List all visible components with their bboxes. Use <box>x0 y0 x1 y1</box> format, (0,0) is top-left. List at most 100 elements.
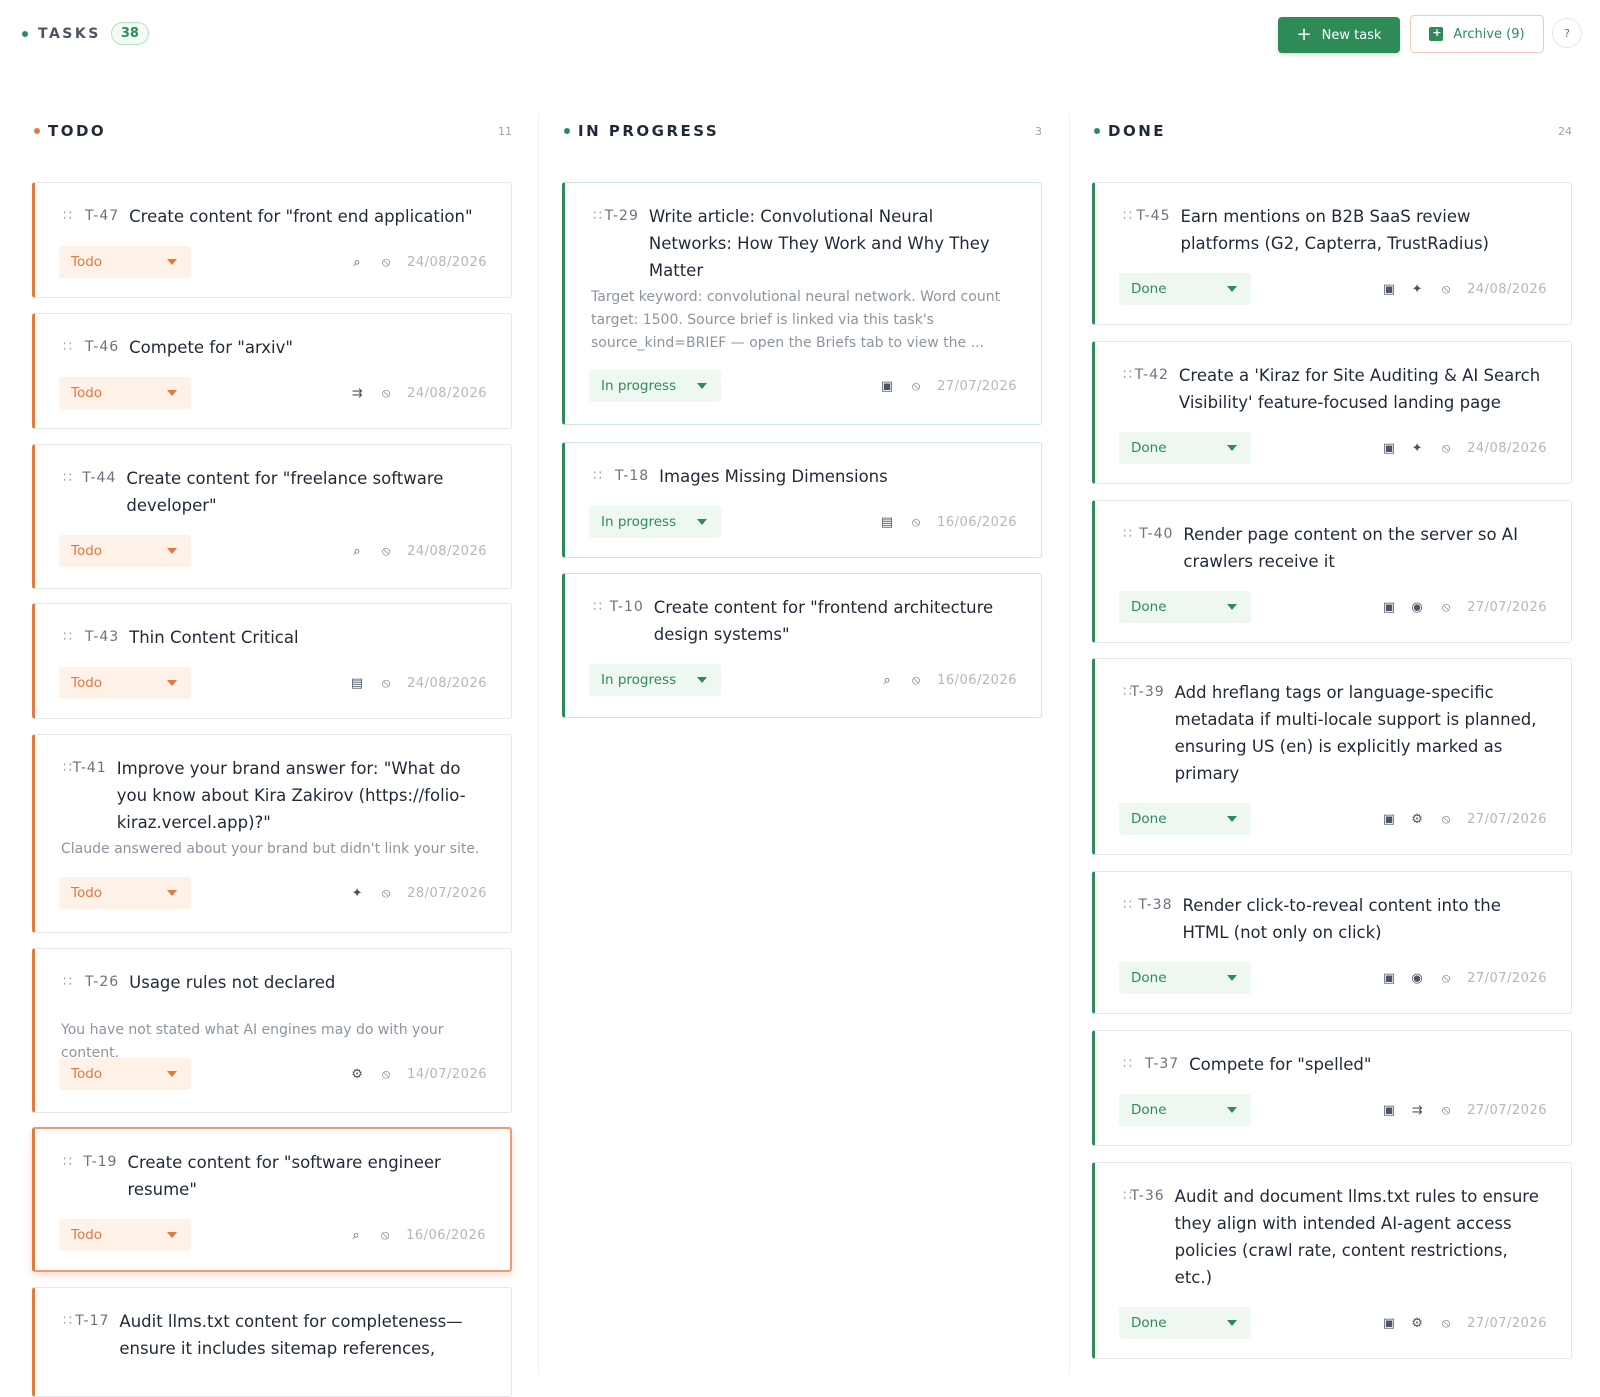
drag-handle-icon[interactable]: ∷ <box>1123 681 1132 703</box>
eye-off-icon[interactable]: ⦸ <box>377 886 395 901</box>
eye-off-icon[interactable]: ⦸ <box>1437 600 1455 615</box>
eye-off-icon[interactable]: ⦸ <box>907 379 925 394</box>
status-dropdown[interactable]: Todo <box>59 535 191 567</box>
task-title[interactable]: Improve your brand answer for: "What do … <box>117 755 487 836</box>
task-card[interactable]: ∷ T-39 Add hreflang tags or language-speci… <box>1092 658 1572 855</box>
drag-handle-icon[interactable]: ∷ <box>1123 364 1135 386</box>
status-dropdown[interactable]: Done <box>1119 962 1251 994</box>
status-dropdown[interactable]: Todo <box>59 877 191 909</box>
task-title[interactable]: Create a 'Kiraz for Site Auditing & AI S… <box>1179 362 1547 416</box>
task-card[interactable]: ∷ T-38 Render click-to-reveal content into… <box>1092 871 1572 1014</box>
drag-handle-icon[interactable]: ∷ <box>63 336 85 358</box>
task-title[interactable]: Create content for "front end applicatio… <box>129 203 472 230</box>
status-dropdown[interactable]: Todo <box>59 667 191 699</box>
status-dropdown[interactable]: In progress <box>589 506 721 538</box>
drag-handle-icon[interactable]: ∷ <box>63 971 85 993</box>
task-card[interactable]: ∷ T-43 Thin Content Critical Todo ▤ ⦸ 24/08/20… <box>32 603 512 719</box>
task-card[interactable]: ∷ T-10 Create content for "frontend archit… <box>562 573 1042 718</box>
status-dropdown[interactable]: Done <box>1119 432 1251 464</box>
status-dropdown[interactable]: Done <box>1119 803 1251 835</box>
task-title[interactable]: Earn mentions on B2B SaaS review platfor… <box>1181 203 1548 257</box>
task-card[interactable]: ∷ T-26 Usage rules not declared You have no… <box>32 948 512 1113</box>
archive-task-icon[interactable]: ▣ <box>1381 1103 1397 1118</box>
archive-task-icon[interactable]: ▣ <box>1381 441 1397 456</box>
archive-task-icon[interactable]: ▣ <box>1381 282 1397 297</box>
status-dropdown[interactable]: Done <box>1119 591 1251 623</box>
status-dropdown[interactable]: Todo <box>59 246 191 278</box>
drag-handle-icon[interactable]: ∷ <box>1123 894 1138 916</box>
task-card[interactable]: ∷ T-17 Audit llms.txt content for complete… <box>32 1287 512 1397</box>
task-title[interactable]: Usage rules not declared <box>129 969 335 996</box>
eye-off-icon[interactable]: ⦸ <box>1437 812 1455 827</box>
eye-icon: ◉ <box>1411 970 1423 986</box>
eye-off-icon[interactable]: ⦸ <box>377 386 395 401</box>
due-date: 16/06/2026 <box>937 514 1017 530</box>
task-title[interactable]: Add hreflang tags or language-specific m… <box>1175 679 1547 787</box>
archive-task-icon[interactable]: ▣ <box>1381 1316 1397 1331</box>
task-title[interactable]: Compete for "arxiv" <box>129 334 293 361</box>
drag-handle-icon[interactable]: ∷ <box>593 596 610 618</box>
status-dropdown[interactable]: In progress <box>589 664 721 696</box>
task-title[interactable]: Compete for "spelled" <box>1189 1051 1371 1078</box>
status-dropdown[interactable]: In progress <box>589 370 721 402</box>
archive-task-icon[interactable]: ▣ <box>1381 600 1397 615</box>
drag-handle-icon[interactable]: ∷ <box>63 757 73 779</box>
drag-handle-icon[interactable]: ∷ <box>1123 523 1139 545</box>
eye-off-icon[interactable]: ⦸ <box>907 515 925 530</box>
task-card[interactable]: ∷ T-45 Earn mentions on B2B SaaS review pl… <box>1092 182 1572 325</box>
drag-handle-icon[interactable]: ∷ <box>63 1151 83 1173</box>
drag-handle-icon[interactable]: ∷ <box>1123 1053 1145 1075</box>
task-title[interactable]: Render click-to-reveal content into the … <box>1182 892 1547 946</box>
eye-off-icon[interactable]: ⦸ <box>907 673 925 688</box>
task-card[interactable]: ∷ T-42 Create a 'Kiraz for Site Auditing &… <box>1092 341 1572 484</box>
task-title[interactable]: Audit llms.txt content for completeness—… <box>119 1308 487 1362</box>
bot-icon: ⚙ <box>351 1066 363 1082</box>
status-dropdown[interactable]: Done <box>1119 1094 1251 1126</box>
drag-handle-icon[interactable]: ∷ <box>63 205 85 227</box>
drag-handle-icon[interactable]: ∷ <box>593 205 605 227</box>
drag-handle-icon[interactable]: ∷ <box>63 626 85 648</box>
task-card[interactable]: ∷ T-36 Audit and document llms.txt rules t… <box>1092 1162 1572 1359</box>
status-dropdown[interactable]: Todo <box>59 377 191 409</box>
eye-off-icon[interactable]: ⦸ <box>1437 971 1455 986</box>
task-title[interactable]: Create content for "frontend architectur… <box>654 594 1017 648</box>
task-title[interactable]: Thin Content Critical <box>129 624 298 651</box>
task-card[interactable]: ∷ T-37 Compete for "spelled" Done ▣ ⇉ ⦸ 27/07/2… <box>1092 1030 1572 1146</box>
task-card[interactable]: ∷ T-19 Create content for "software engine… <box>32 1127 512 1272</box>
task-card[interactable]: ∷ T-47 Create content for "front end appli… <box>32 182 512 298</box>
task-card[interactable]: ∷ T-44 Create content for "freelance softw… <box>32 444 512 589</box>
status-dropdown[interactable]: Todo <box>59 1219 191 1251</box>
task-card[interactable]: ∷ T-29 Write article: Convolutional Neural… <box>562 182 1042 425</box>
task-title[interactable]: Images Missing Dimensions <box>659 463 888 490</box>
eye-off-icon[interactable]: ⦸ <box>1437 441 1455 456</box>
eye-off-icon[interactable]: ⦸ <box>1437 282 1455 297</box>
eye-off-icon[interactable]: ⦸ <box>377 1067 395 1082</box>
task-title[interactable]: Render page content on the server so AI … <box>1183 521 1547 575</box>
drag-handle-icon[interactable]: ∷ <box>1123 205 1136 227</box>
task-description: Claude answered about your brand but did… <box>61 841 480 857</box>
archive-task-icon[interactable]: ▣ <box>1381 812 1397 827</box>
eye-off-icon[interactable]: ⦸ <box>1437 1316 1455 1331</box>
drag-handle-icon[interactable]: ∷ <box>63 467 82 489</box>
task-card[interactable]: ∷ T-40 Render page content on the server s… <box>1092 500 1572 643</box>
status-dropdown[interactable]: Done <box>1119 273 1251 305</box>
eye-off-icon[interactable]: ⦸ <box>377 676 395 691</box>
task-card[interactable]: ∷ T-18 Images Missing Dimensions In progres… <box>562 442 1042 558</box>
task-title[interactable]: Write article: Convolutional Neural Netw… <box>649 203 1017 284</box>
eye-off-icon[interactable]: ⦸ <box>377 544 395 559</box>
eye-off-icon[interactable]: ⦸ <box>377 255 395 270</box>
task-card[interactable]: ∷ T-41 Improve your brand answer for: "Wha… <box>32 734 512 933</box>
archive-task-icon[interactable]: ▣ <box>1381 971 1397 986</box>
eye-off-icon[interactable]: ⦸ <box>1437 1103 1455 1118</box>
task-card[interactable]: ∷ T-46 Compete for "arxiv" Todo ⇉ ⦸ 24/08/2026 <box>32 313 512 429</box>
task-title[interactable]: Create content for "software engineer re… <box>127 1149 486 1203</box>
status-dropdown[interactable]: Done <box>1119 1307 1251 1339</box>
eye-off-icon[interactable]: ⦸ <box>376 1228 394 1243</box>
drag-handle-icon[interactable]: ∷ <box>1123 1185 1132 1207</box>
task-title[interactable]: Create content for "freelance software d… <box>126 465 487 519</box>
task-title[interactable]: Audit and document llms.txt rules to ens… <box>1175 1183 1547 1291</box>
drag-handle-icon[interactable]: ∷ <box>63 1310 75 1332</box>
status-dropdown[interactable]: Todo <box>59 1058 191 1090</box>
card-meta: ⌕ ⦸ 16/06/2026 <box>348 1219 486 1251</box>
drag-handle-icon[interactable]: ∷ <box>593 465 615 487</box>
